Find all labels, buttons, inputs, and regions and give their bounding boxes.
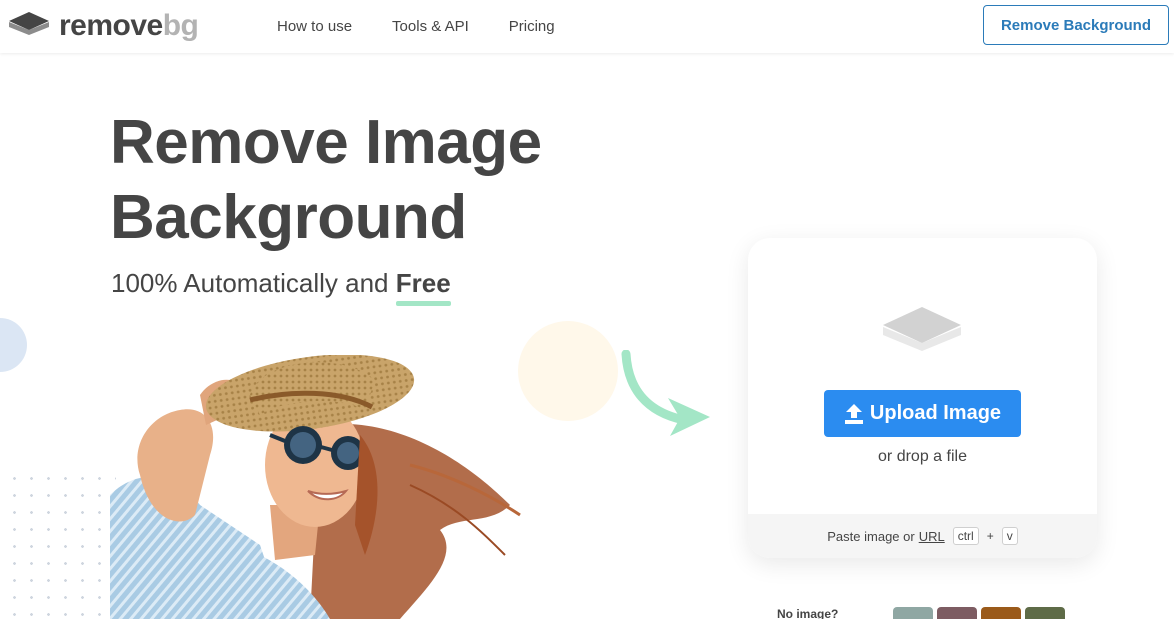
upload-card[interactable]: Upload Image or drop a file Paste image … <box>748 238 1097 558</box>
decorative-dot-grid <box>6 470 116 619</box>
title-line-1: Remove Image <box>110 108 542 177</box>
top-navbar: removebg How to use Tools & API Pricing … <box>0 0 1174 53</box>
title-line-2: Background <box>110 183 467 252</box>
paste-hint: Paste image or URL ctrl + v <box>748 514 1097 558</box>
decorative-sun-circle <box>518 321 618 421</box>
sample-thumbnail[interactable] <box>937 607 977 619</box>
upload-button-label: Upload Image <box>869 402 1002 424</box>
key-v: v <box>1001 527 1018 545</box>
key-plus: + <box>986 529 994 543</box>
sample-thumbnail[interactable] <box>981 607 1021 619</box>
sample-thumbnail[interactable] <box>893 607 933 619</box>
sample-images <box>893 607 1065 619</box>
upload-image-button[interactable]: Upload Image <box>824 390 1021 437</box>
decorative-circle <box>0 318 27 372</box>
key-ctrl: ctrl <box>952 527 979 545</box>
subtitle-highlight: Free <box>395 268 451 306</box>
logo[interactable]: removebg <box>7 9 199 42</box>
remove-background-button[interactable]: Remove Background <box>983 5 1169 45</box>
hero-photo <box>110 355 521 619</box>
nav-tools-api[interactable]: Tools & API <box>392 18 469 35</box>
page-subtitle: 100% Automatically and Free <box>111 268 451 306</box>
upload-icon <box>844 403 863 424</box>
page-title: Remove Image Background <box>110 105 542 255</box>
drop-file-text: or drop a file <box>878 448 967 465</box>
no-image-label: No image? <box>777 607 839 619</box>
nav-how-to-use[interactable]: How to use <box>277 18 352 35</box>
subtitle-text: 100% Automatically and <box>111 268 396 298</box>
layers-icon <box>883 307 961 351</box>
sample-thumbnail[interactable] <box>1025 607 1065 619</box>
logo-word-remove: remove <box>59 9 163 42</box>
logo-text: removebg <box>59 9 199 42</box>
paste-text: Paste image or <box>827 528 915 544</box>
main-nav: How to use Tools & API Pricing <box>277 0 595 53</box>
url-link[interactable]: URL <box>919 529 945 544</box>
logo-word-bg: bg <box>162 9 199 42</box>
nav-pricing[interactable]: Pricing <box>509 18 555 35</box>
layers-icon <box>9 12 49 35</box>
curved-arrow-icon <box>621 350 710 436</box>
